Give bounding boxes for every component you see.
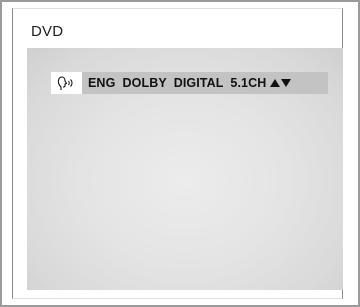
window-title: DVD: [31, 23, 64, 40]
audio-track-label: ENG DOLBY DIGITAL 5.1CH: [88, 76, 267, 90]
up-down-arrows-icon[interactable]: [270, 78, 292, 88]
speaking-head-icon: [51, 72, 82, 94]
audio-osd-bar[interactable]: ENG DOLBY DIGITAL 5.1CH: [51, 72, 328, 94]
